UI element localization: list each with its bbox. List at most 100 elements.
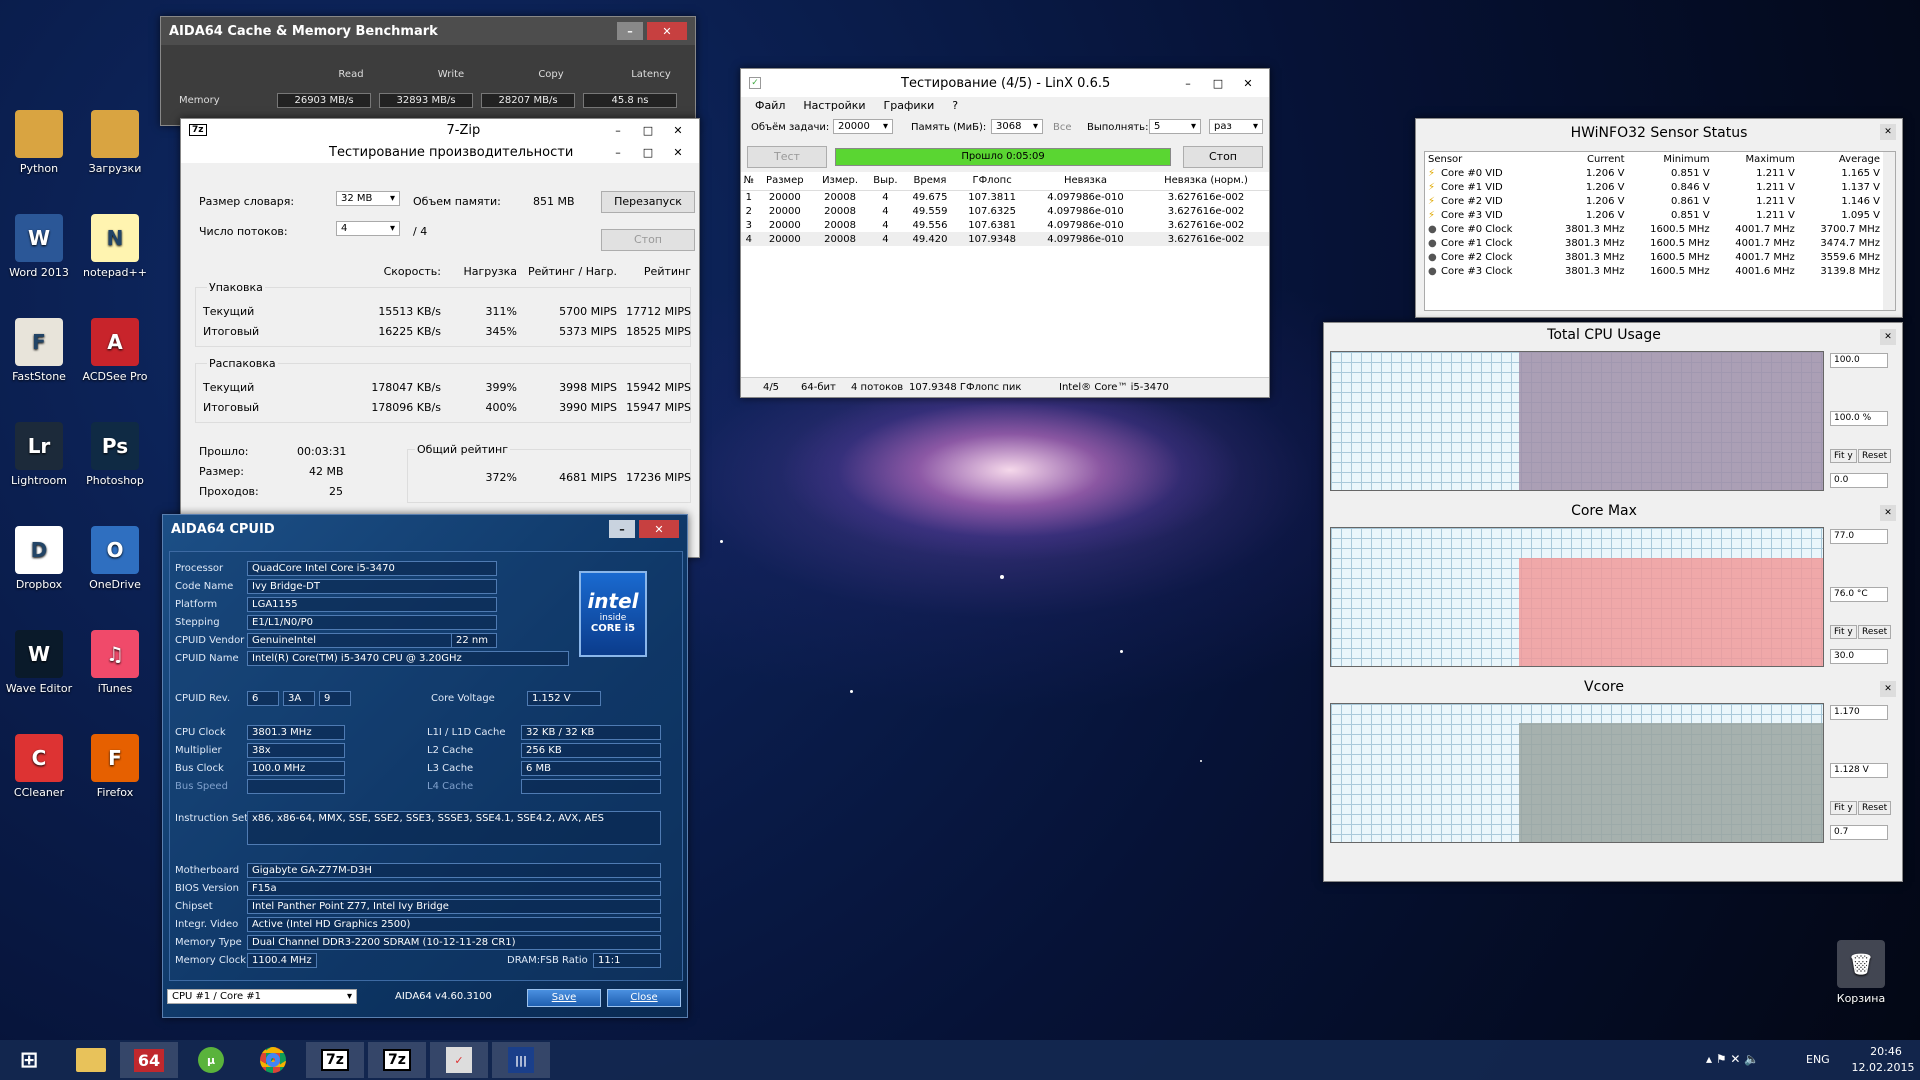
desktop-icon-onedrive[interactable]: O OneDrive [80, 526, 150, 591]
size-select[interactable]: 20000 ▾ [833, 119, 893, 134]
taskbar-7zip-1[interactable]: 7z [306, 1042, 364, 1078]
table-row[interactable]: ⚡ Core #1 VID 1.206 V 0.846 V 1.211 V 1.137 V [1425, 180, 1883, 194]
menu-file[interactable]: Файл [755, 99, 785, 112]
close-button[interactable]: ✕ [1880, 329, 1896, 345]
clock-time[interactable]: 20:46 [1858, 1045, 1914, 1058]
menu-help[interactable]: ? [952, 99, 958, 112]
taskbar-hwinfo[interactable]: ||| [492, 1042, 550, 1078]
close-button[interactable]: ✕ [1235, 74, 1261, 92]
recycle-bin[interactable]: 🗑 Корзина [1826, 940, 1896, 1005]
minimize-button[interactable]: – [609, 520, 635, 538]
table-row[interactable]: ⚡ Core #2 VID 1.206 V 0.861 V 1.211 V 1.146 V [1425, 194, 1883, 208]
table-row[interactable]: ⚡ Core #3 VID 1.206 V 0.851 V 1.211 V 1.095 V [1425, 208, 1883, 222]
linx-col-2[interactable]: Измер. [813, 172, 868, 191]
minimize-button[interactable]: – [605, 143, 631, 161]
hwinfo-col-1[interactable]: Current [1542, 152, 1627, 166]
desktop-icon-firefox[interactable]: F Firefox [80, 734, 150, 799]
close-button[interactable]: ✕ [1880, 681, 1896, 697]
desktop-icon-dropbox[interactable]: D Dropbox [4, 526, 74, 591]
maximize-button[interactable]: □ [635, 121, 661, 139]
close-button[interactable]: Close [607, 989, 681, 1007]
hwinfo-col-0[interactable]: Sensor [1425, 152, 1542, 166]
graph-min-field[interactable]: 0.7 [1830, 825, 1888, 840]
stop-button[interactable]: Стоп [1183, 146, 1263, 168]
maximize-button[interactable]: □ [1205, 74, 1231, 92]
taskbar-aida64[interactable]: 64 [120, 1042, 178, 1078]
linx-titlebar[interactable]: ✓ Тестирование (4/5) - LinX 0.6.5 – □ ✕ [741, 69, 1269, 97]
graph-max-field[interactable]: 1.170 [1830, 705, 1888, 720]
mem-select[interactable]: 3068 ▾ [991, 119, 1043, 134]
close-button[interactable]: ✕ [665, 143, 691, 161]
desktop-icon-ccleaner[interactable]: C CCleaner [4, 734, 74, 799]
reset-button[interactable]: Reset [1858, 801, 1892, 815]
save-button[interactable]: Save [527, 989, 601, 1007]
taskbar-7zip-2[interactable]: 7z [368, 1042, 426, 1078]
table-row[interactable]: 1 20000 20008 4 49.675 107.3811 4.097986e-010 3… [741, 190, 1269, 204]
fit-y-button[interactable]: Fit y [1830, 449, 1857, 463]
taskbar-explorer[interactable] [62, 1042, 120, 1078]
table-row[interactable]: ● Core #2 Clock 3801.3 MHz 1600.5 MHz 4001.7… [1425, 250, 1883, 264]
fit-y-button[interactable]: Fit y [1830, 625, 1857, 639]
stop-button[interactable]: Стоп [601, 229, 695, 251]
test-button[interactable]: Тест [747, 146, 827, 168]
threads-select[interactable]: 4 ▾ [336, 221, 400, 236]
linx-col-0[interactable]: № [741, 172, 757, 191]
graph-min-field[interactable]: 0.0 [1830, 473, 1888, 488]
hwinfo-titlebar[interactable]: HWiNFO32 Sensor Status ✕ [1416, 119, 1902, 147]
taskbar-utorrent[interactable]: µ [182, 1042, 240, 1078]
start-button[interactable]: ⊞ [0, 1042, 58, 1078]
table-row[interactable]: ● Core #0 Clock 3801.3 MHz 1600.5 MHz 4001.7… [1425, 222, 1883, 236]
maximize-button[interactable]: □ [635, 143, 661, 161]
language-indicator[interactable]: ENG [1806, 1053, 1830, 1066]
taskbar-linx[interactable]: ✓ [430, 1042, 488, 1078]
tray-icons[interactable]: ▴ ⚑ ✕ 🔈 [1706, 1052, 1759, 1066]
menu-graphs[interactable]: Графики [884, 99, 935, 112]
cpuid-titlebar[interactable]: AIDA64 CPUID – ✕ [163, 515, 687, 543]
close-button[interactable]: ✕ [1880, 505, 1896, 521]
menu-settings[interactable]: Настройки [803, 99, 865, 112]
desktop-icon-загрузки[interactable]: Загрузки [80, 110, 150, 175]
minimize-button[interactable]: – [605, 121, 631, 139]
close-button[interactable]: ✕ [647, 22, 687, 40]
close-button[interactable]: ✕ [1880, 124, 1896, 140]
desktop-icon-notepad-[interactable]: Nnotepad++ [80, 214, 150, 279]
desktop-icon-itunes[interactable]: ♫ iTunes [80, 630, 150, 695]
desktop-icon-acdsee-pro[interactable]: A ACDSee Pro [80, 318, 150, 383]
hwinfo-col-4[interactable]: Average [1798, 152, 1883, 166]
hwinfo-col-2[interactable]: Minimum [1628, 152, 1713, 166]
desktop-icon-lightroom[interactable]: Lr Lightroom [4, 422, 74, 487]
times-select[interactable]: раз ▾ [1209, 119, 1263, 134]
zip-titlebar[interactable]: 7z 7-Zip – □ ✕ [181, 119, 699, 141]
table-row[interactable]: ● Core #1 Clock 3801.3 MHz 1600.5 MHz 4001.7… [1425, 236, 1883, 250]
desktop-icon-word-2013[interactable]: W Word 2013 [4, 214, 74, 279]
linx-col-6[interactable]: Невязка [1027, 172, 1144, 191]
fit-y-button[interactable]: Fit y [1830, 801, 1857, 815]
minimize-button[interactable]: – [1175, 74, 1201, 92]
minimize-button[interactable]: – [617, 22, 643, 40]
all-checkbox-label[interactable]: Все [1053, 122, 1072, 133]
aida-cache-titlebar[interactable]: AIDA64 Cache & Memory Benchmark – ✕ [161, 17, 695, 45]
desktop-icon-python[interactable]: Python [4, 110, 74, 175]
core-select[interactable]: CPU #1 / Core #1 ▾ [167, 989, 357, 1004]
dict-select[interactable]: 32 MB ▾ [336, 191, 400, 206]
linx-col-4[interactable]: Время [903, 172, 957, 191]
table-row[interactable]: 2 20000 20008 4 49.559 107.6325 4.097986e-010 3… [741, 204, 1269, 218]
restart-button[interactable]: Перезапуск [601, 191, 695, 213]
table-row[interactable]: 3 20000 20008 4 49.556 107.6381 4.097986e-010 3… [741, 218, 1269, 232]
clock-date[interactable]: 12.02.2015 [1848, 1061, 1918, 1074]
desktop-icon-faststone[interactable]: F FastStone [4, 318, 74, 383]
reset-button[interactable]: Reset [1858, 449, 1892, 463]
desktop-icon-photoshop[interactable]: Ps Photoshop [80, 422, 150, 487]
graph-min-field[interactable]: 30.0 [1830, 649, 1888, 664]
linx-col-3[interactable]: Выр. [867, 172, 904, 191]
table-row[interactable]: ⚡ Core #0 VID 1.206 V 0.851 V 1.211 V 1.165 V [1425, 166, 1883, 180]
graph-max-field[interactable]: 100.0 [1830, 353, 1888, 368]
table-row[interactable]: 4 20000 20008 4 49.420 107.9348 4.097986e-010 3… [741, 232, 1269, 246]
scrollbar[interactable] [1883, 152, 1895, 310]
close-button[interactable]: ✕ [639, 520, 679, 538]
linx-col-7[interactable]: Невязка (норм.) [1143, 172, 1269, 191]
run-select[interactable]: 5 ▾ [1149, 119, 1201, 134]
linx-col-1[interactable]: Размер [756, 172, 814, 191]
reset-button[interactable]: Reset [1858, 625, 1892, 639]
desktop-icon-wave-editor[interactable]: W Wave Editor [4, 630, 74, 695]
